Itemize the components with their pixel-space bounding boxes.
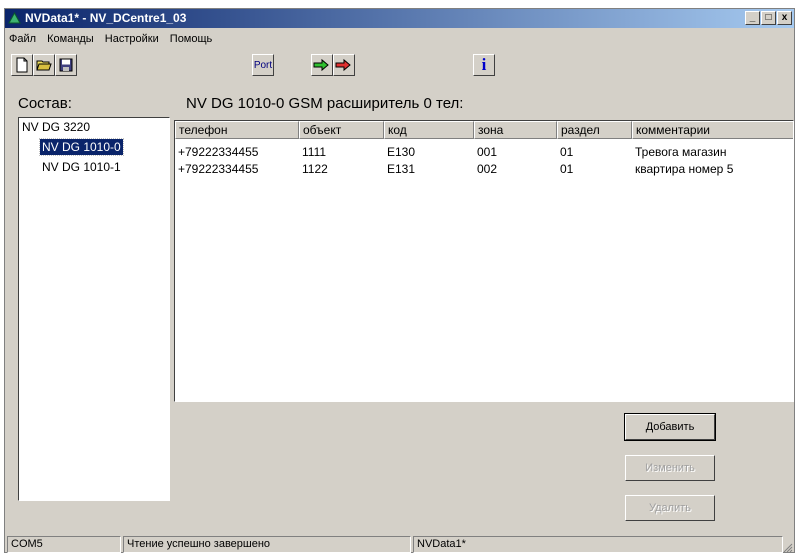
- composition-label: Состав:: [18, 95, 72, 112]
- tree-item-dg1010-0[interactable]: NV DG 1010-0: [39, 138, 124, 156]
- col-comments[interactable]: комментарии: [632, 121, 793, 139]
- cell-code: E131: [387, 162, 416, 176]
- new-file-button[interactable]: [11, 54, 33, 76]
- edit-button[interactable]: Изменить: [625, 455, 715, 481]
- cell-comment: квартира номер 5: [635, 162, 734, 176]
- status-port: COM5: [7, 536, 121, 553]
- menu-commands[interactable]: Команды: [43, 30, 98, 48]
- app-icon: [8, 12, 21, 24]
- tree-item-dg3220[interactable]: NV DG 3220: [20, 119, 92, 135]
- open-file-button[interactable]: [33, 54, 55, 76]
- table-header: телефон объект код зона раздел комментар…: [175, 121, 793, 139]
- col-code[interactable]: код: [384, 121, 474, 139]
- cell-code: E130: [387, 145, 416, 159]
- info-button[interactable]: i: [473, 54, 495, 76]
- read-button[interactable]: [311, 54, 333, 76]
- resize-grip-icon[interactable]: [781, 541, 793, 553]
- delete-button[interactable]: Удалить: [625, 495, 715, 521]
- write-button[interactable]: [333, 54, 355, 76]
- cell-object: 1111: [302, 145, 327, 159]
- cell-phone: +79222334455: [178, 162, 259, 176]
- table-title: NV DG 1010-0 GSM расширитель 0 тел:: [186, 95, 464, 112]
- status-message: Чтение успешно завершено: [123, 536, 411, 553]
- save-button[interactable]: [55, 54, 77, 76]
- minimize-button[interactable]: _: [745, 11, 760, 25]
- table-row[interactable]: +79222334455 1122 E131 002 01 квартира н…: [175, 161, 793, 177]
- cell-section: 01: [560, 162, 574, 176]
- window-title: NVData1* - NV_DCentre1_03: [25, 11, 187, 25]
- new-file-icon: [16, 57, 28, 73]
- close-button[interactable]: x: [777, 11, 792, 25]
- menu-file[interactable]: Файл: [5, 30, 40, 48]
- title-bar[interactable]: NVData1* - NV_DCentre1_03 _ □ x: [5, 9, 794, 28]
- port-button[interactable]: Port: [252, 54, 274, 76]
- phone-table[interactable]: телефон объект код зона раздел комментар…: [174, 120, 794, 402]
- table-row[interactable]: +79222334455 1111 E130 001 01 Тревога ма…: [175, 144, 793, 160]
- maximize-button[interactable]: □: [761, 11, 776, 25]
- info-icon: i: [481, 55, 487, 74]
- status-file: NVData1*: [413, 536, 783, 553]
- cell-phone: +79222334455: [178, 145, 259, 159]
- device-tree[interactable]: NV DG 3220 NV DG 1010-0 NV DG 1010-1: [18, 117, 170, 501]
- open-folder-icon: [36, 60, 52, 71]
- cell-section: 01: [560, 145, 574, 159]
- read-arrow-icon: [313, 58, 329, 72]
- status-bar: COM5 Чтение успешно завершено NVData1*: [5, 535, 794, 554]
- menu-bar: Файл Команды Настройки Помощь: [5, 30, 216, 48]
- port-label: Port: [253, 59, 273, 71]
- cell-comment: Тревога магазин: [635, 145, 727, 159]
- col-object[interactable]: объект: [299, 121, 384, 139]
- col-phone[interactable]: телефон: [175, 121, 299, 139]
- menu-help[interactable]: Помощь: [166, 30, 217, 48]
- menu-settings[interactable]: Настройки: [101, 30, 163, 48]
- add-button[interactable]: Добавить: [624, 413, 716, 441]
- cell-zone: 001: [477, 145, 498, 159]
- window-controls: _ □ x: [744, 11, 792, 25]
- save-disk-icon: [59, 58, 73, 72]
- write-arrow-icon: [335, 58, 351, 72]
- col-section[interactable]: раздел: [557, 121, 632, 139]
- col-zone[interactable]: зона: [474, 121, 557, 139]
- toolbar: Port i: [5, 53, 794, 81]
- cell-object: 1122: [302, 162, 328, 176]
- tree-item-dg1010-1[interactable]: NV DG 1010-1: [40, 159, 123, 175]
- cell-zone: 002: [477, 162, 498, 176]
- app-window: NVData1* - NV_DCentre1_03 _ □ x Файл Ком…: [4, 8, 795, 553]
